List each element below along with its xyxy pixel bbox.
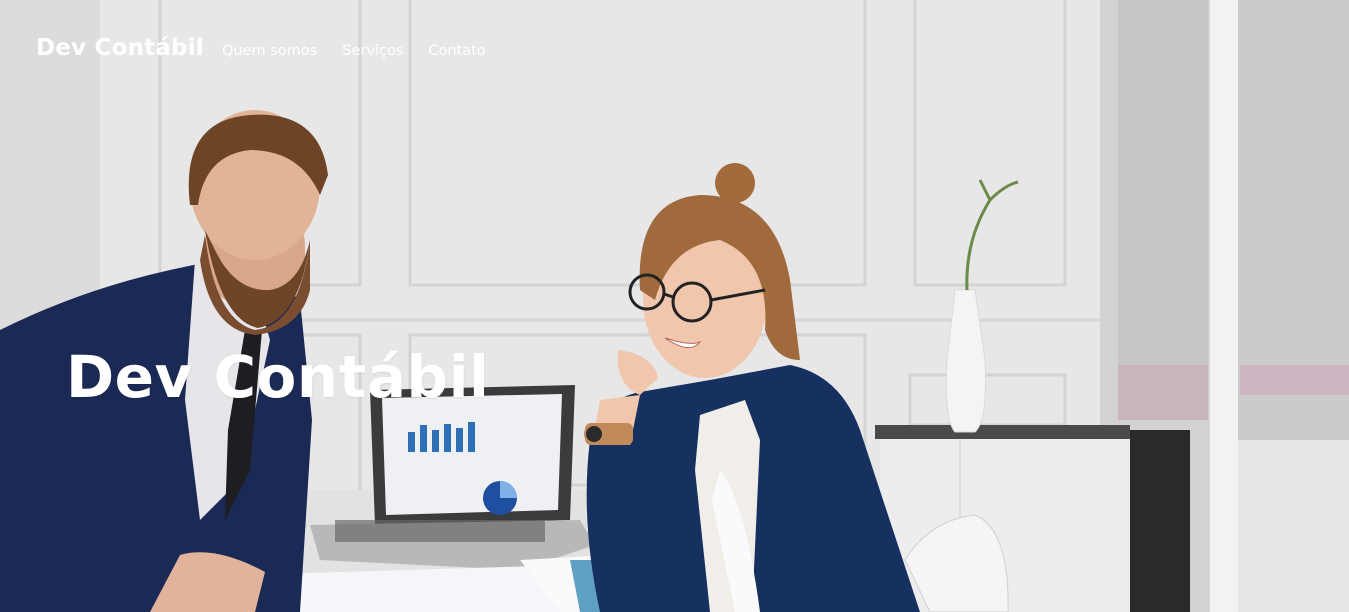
hero-title: Dev Contábil [66, 343, 490, 411]
nav-menu: Quem somos Serviços Contato [222, 43, 486, 59]
top-navbar: Dev Contábil Quem somos Serviços Contato [0, 0, 1349, 100]
nav-link-quem-somos[interactable]: Quem somos [222, 43, 317, 59]
nav-link-contato[interactable]: Contato [428, 43, 485, 59]
hero-section: Dev Contábil Quem somos Serviços Contato… [0, 0, 1349, 612]
brand-logo-link[interactable]: Dev Contábil [36, 35, 204, 61]
nav-link-servicos[interactable]: Serviços [342, 43, 403, 59]
